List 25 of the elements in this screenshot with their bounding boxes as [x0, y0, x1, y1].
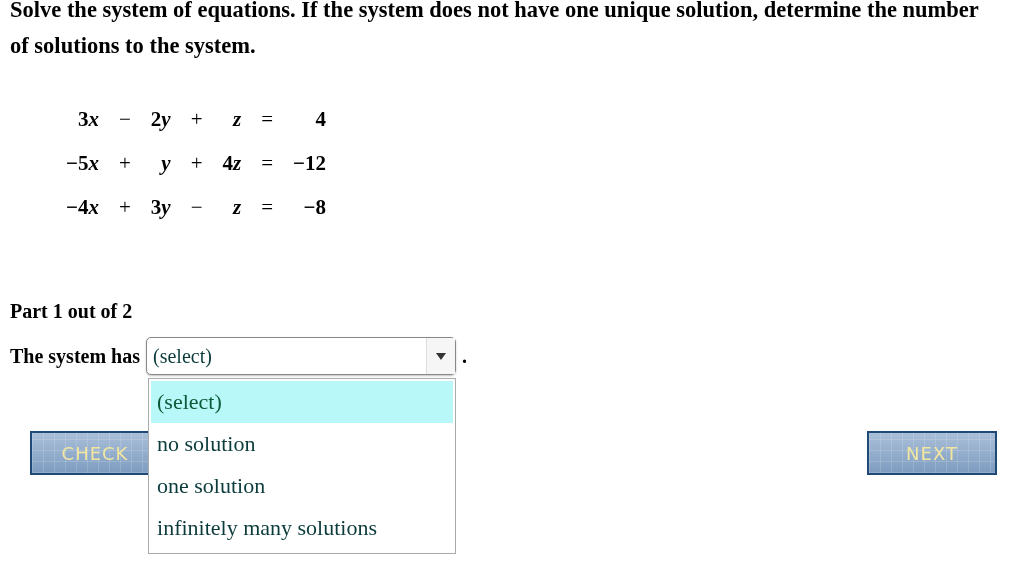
equation-operator: +: [190, 106, 203, 133]
equation-operator: =: [261, 194, 273, 221]
equation-term: 4: [314, 106, 326, 133]
equation-operator: −: [118, 106, 131, 133]
equation-operator: =: [261, 106, 273, 133]
equation-term: z: [231, 194, 242, 221]
equation-term: y: [158, 150, 171, 177]
equation-term: −12: [293, 150, 326, 177]
equation-operator: +: [118, 150, 131, 177]
period-text: .: [462, 344, 467, 368]
equation-operator: +: [190, 150, 203, 177]
equation-term: 2y: [150, 106, 171, 133]
equation-term: −4x: [66, 194, 99, 221]
part-label: Part 1 out of 2: [10, 300, 134, 323]
equation-term: 4z: [222, 150, 242, 177]
question-text: Solve the system of equations. If the system does not have one unique solution, determine the number of solutions to the system.: [10, 0, 980, 60]
equation-term: −5x: [66, 150, 99, 177]
equation-operator: =: [261, 150, 273, 177]
equation-operator: +: [118, 194, 131, 221]
equation-operator: −: [190, 194, 203, 221]
prompt-text: The system has: [10, 344, 140, 368]
equation-term: −8: [302, 194, 326, 221]
equation-term: 3y: [150, 194, 171, 221]
equation-term: z: [231, 106, 242, 133]
equation-term: 3x: [76, 106, 99, 133]
